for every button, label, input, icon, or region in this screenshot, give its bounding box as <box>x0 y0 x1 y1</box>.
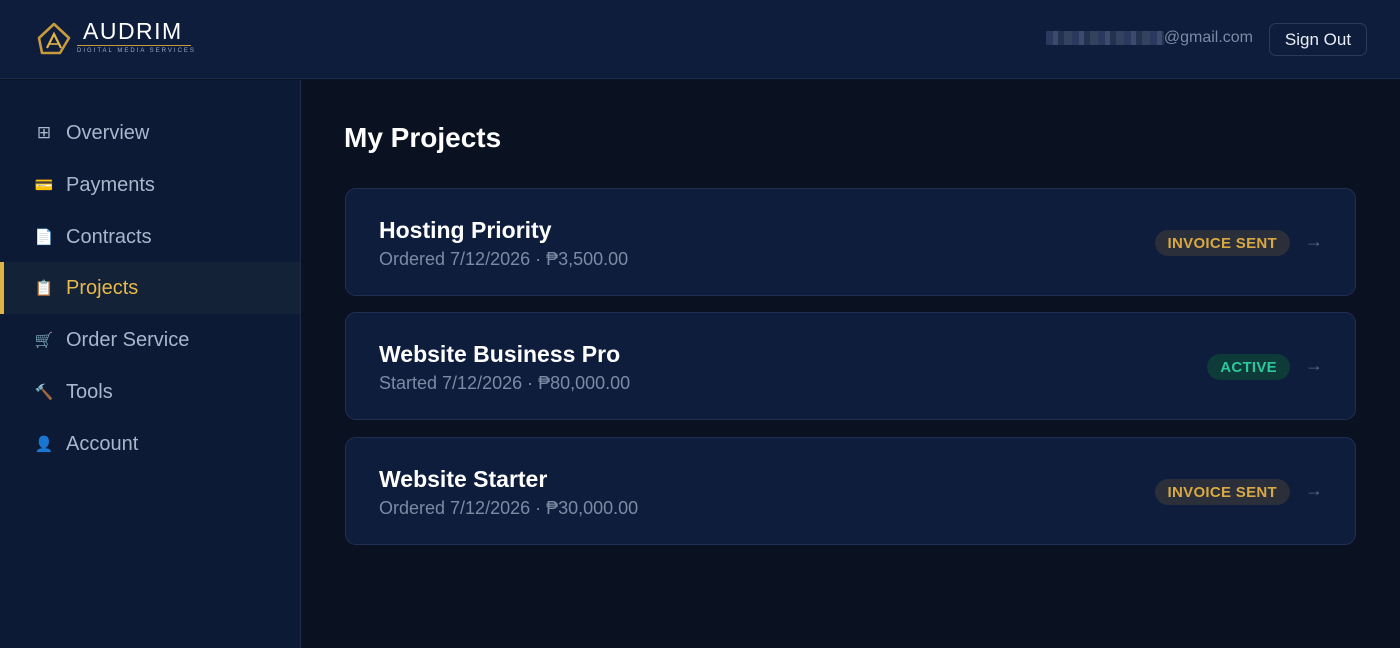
sidebar-item-overview[interactable]: ⊞ Overview <box>0 107 300 159</box>
sidebar-item-tools[interactable]: 🔨 Tools <box>0 366 300 418</box>
status-badge: INVOICE SENT <box>1154 230 1290 256</box>
sidebar-item-order-service[interactable]: 🛒 Order Service <box>0 314 300 366</box>
credit-card-icon: 💳 <box>34 177 54 194</box>
clipboard-icon: 📋 <box>34 280 54 297</box>
user-email: @gmail.com <box>1045 29 1253 47</box>
brand-name: AUDRIM <box>83 18 183 44</box>
status-badge: ACTIVE <box>1207 354 1290 380</box>
user-email-domain: @gmail.com <box>1163 29 1253 46</box>
project-card-website-starter[interactable]: Website Starter Ordered 7/12/2026 · ₱30,… <box>345 437 1356 545</box>
brand-tagline: DIGITAL MEDIA SERVICES <box>77 48 196 54</box>
project-name: Website Starter <box>379 466 548 492</box>
sidebar-item-payments[interactable]: 💳 Payments <box>0 159 300 211</box>
audrim-logo-icon <box>37 22 71 55</box>
sidebar-item-label: Account <box>66 432 139 455</box>
arrow-right-icon[interactable]: → <box>1305 355 1323 376</box>
project-name: Website Business Pro <box>379 341 621 367</box>
arrow-right-icon[interactable]: → <box>1305 480 1323 501</box>
sidebar-item-projects[interactable]: 📋 Projects <box>0 262 300 314</box>
sidebar-item-label: Overview <box>66 121 150 144</box>
project-name: Hosting Priority <box>379 217 552 243</box>
cart-icon: 🛒 <box>34 332 54 349</box>
project-card-hosting-priority[interactable]: Hosting Priority Ordered 7/12/2026 · ₱3,… <box>345 188 1356 296</box>
sidebar-item-label: Order Service <box>66 328 190 351</box>
project-meta: Started 7/12/2026 · ₱80,000.00 <box>379 373 631 393</box>
project-meta: Ordered 7/12/2026 · ₱3,500.00 <box>379 249 629 269</box>
sidebar-item-label: Projects <box>66 276 139 299</box>
arrow-right-icon[interactable]: → <box>1305 231 1323 252</box>
sidebar-item-label: Tools <box>66 380 113 403</box>
project-meta: Ordered 7/12/2026 · ₱30,000.00 <box>379 498 639 518</box>
page-title: My Projects <box>344 122 502 153</box>
grid-icon: ⊞ <box>36 123 52 142</box>
sidebar-item-account[interactable]: 👤 Account <box>0 418 300 470</box>
brand-divider <box>77 45 191 46</box>
sidebar-item-label: Payments <box>66 173 155 196</box>
sidebar: ⊞ Overview 💳 Payments 📄 Contracts 📋 Proj… <box>0 80 301 648</box>
status-badge: INVOICE SENT <box>1154 479 1290 505</box>
user-icon: 👤 <box>34 436 54 453</box>
sign-out-button[interactable]: Sign Out <box>1269 23 1367 56</box>
hammer-icon: 🔨 <box>34 384 54 401</box>
email-redaction <box>1045 31 1164 45</box>
sidebar-item-contracts[interactable]: 📄 Contracts <box>0 211 300 263</box>
brand-logo[interactable]: AUDRIM DIGITAL MEDIA SERVICES <box>36 18 206 62</box>
document-icon: 📄 <box>34 229 54 246</box>
top-bar: AUDRIM DIGITAL MEDIA SERVICES @gmail.com… <box>0 0 1400 79</box>
sidebar-item-label: Contracts <box>66 225 152 248</box>
project-card-website-business-pro[interactable]: Website Business Pro Started 7/12/2026 ·… <box>345 312 1356 420</box>
